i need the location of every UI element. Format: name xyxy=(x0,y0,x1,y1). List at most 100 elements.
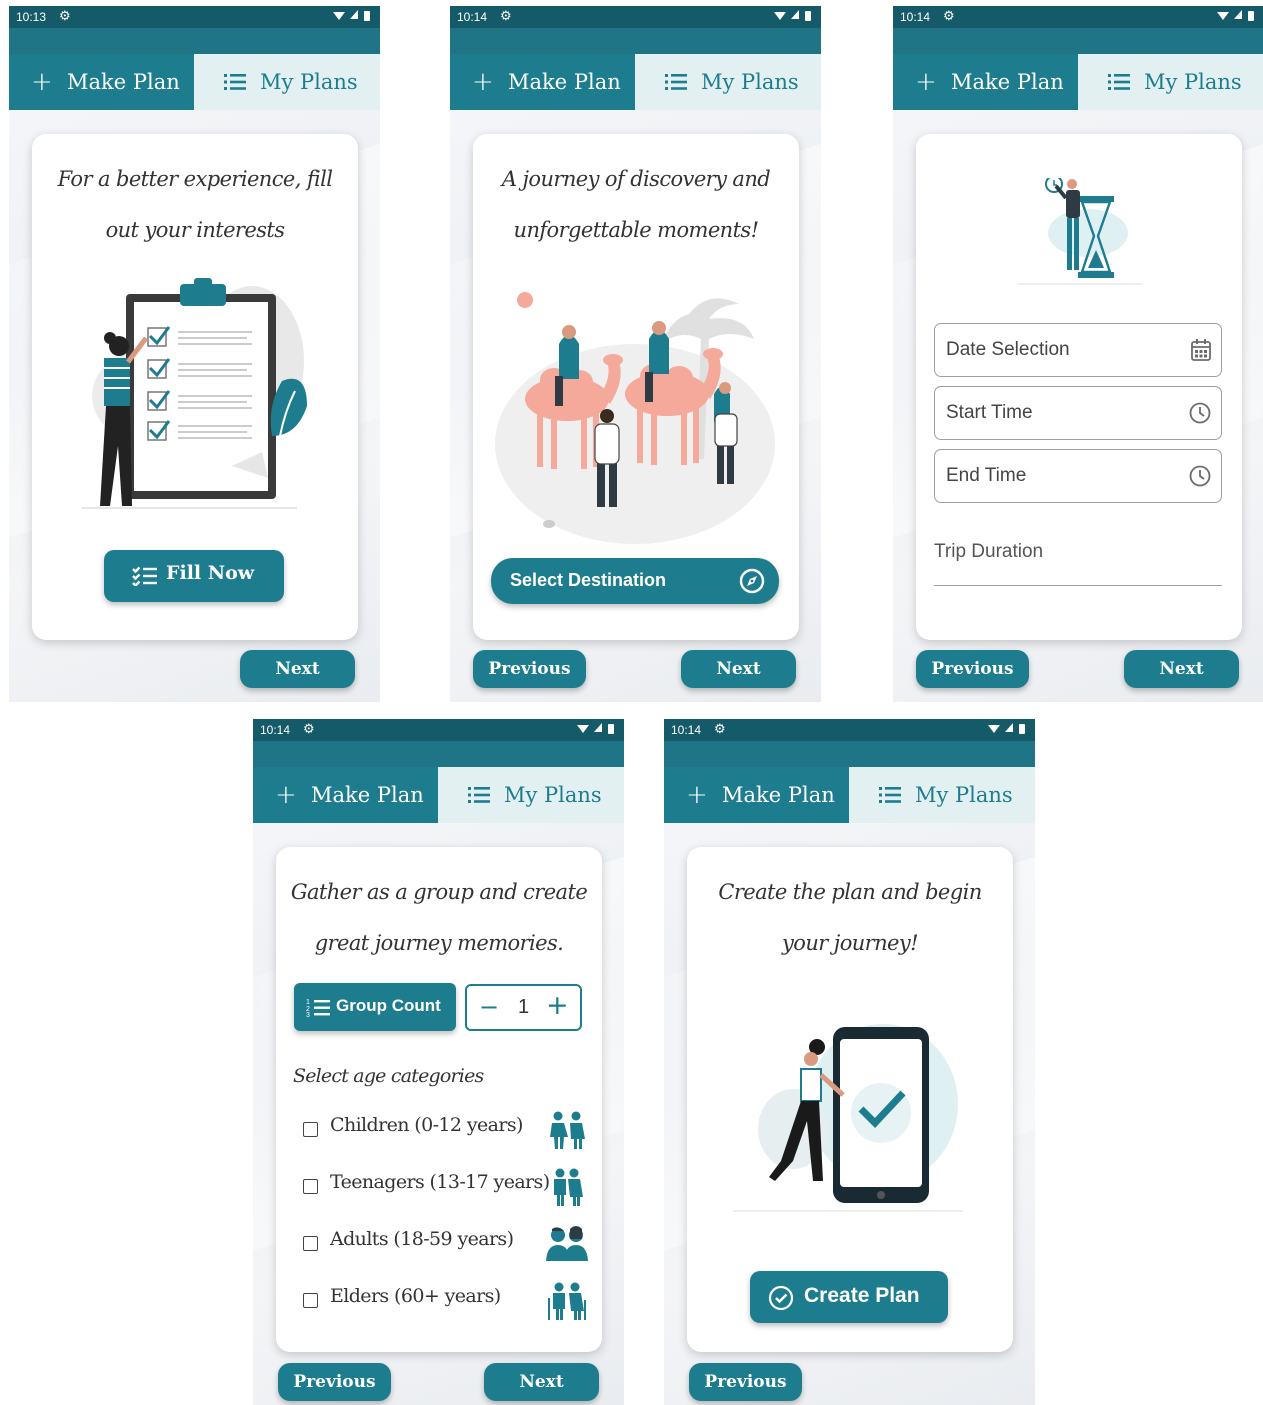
tab-my-plans[interactable]: My Plans xyxy=(1078,54,1263,110)
checklist-illustration xyxy=(82,278,307,509)
screen-schedule: 10:14 ⚙ + Make Plan My Plans Date Select… xyxy=(893,6,1263,702)
status-time: 10:14 xyxy=(900,10,931,24)
previous-button[interactable]: Previous xyxy=(473,650,586,688)
status-bar: 10:14 ⚙ xyxy=(893,6,1263,28)
end-time-field[interactable]: End Time xyxy=(934,449,1222,503)
app-bar xyxy=(9,28,380,54)
next-button[interactable]: Next xyxy=(240,650,355,688)
tab-my-plans[interactable]: My Plans xyxy=(438,767,624,823)
card-title-line1: Create the plan and begin xyxy=(718,880,982,904)
start-time-field[interactable]: Start Time xyxy=(934,386,1222,440)
checkbox[interactable] xyxy=(303,1179,318,1194)
previous-button[interactable]: Previous xyxy=(916,650,1029,688)
settings-gear-icon: ⚙ xyxy=(500,8,512,23)
age-option-teenagers[interactable]: Teenagers (13-17 years) xyxy=(303,1166,588,1206)
step-card: For a better experience, fill out your i… xyxy=(32,134,358,640)
card-title: Create the plan and begin your journey! xyxy=(687,867,1013,969)
elders-icon xyxy=(548,1282,586,1320)
age-option-adults[interactable]: Adults (18-59 years) xyxy=(303,1223,588,1263)
increment-button[interactable]: + xyxy=(546,990,569,1021)
list-icon xyxy=(468,787,490,803)
next-button[interactable]: Next xyxy=(484,1363,599,1401)
list-icon xyxy=(224,74,246,90)
wifi-icon xyxy=(333,12,345,20)
settings-gear-icon: ⚙ xyxy=(303,721,315,736)
tab-my-plans[interactable]: My Plans xyxy=(194,54,380,110)
wifi-icon xyxy=(577,725,589,733)
next-button[interactable]: Next xyxy=(681,650,796,688)
phone-checkmark-illustration xyxy=(733,1024,963,1212)
checkbox[interactable] xyxy=(303,1293,318,1308)
card-title: A journey of discovery and unforgettable… xyxy=(473,154,799,256)
tab-my-plans-label: My Plans xyxy=(260,70,358,94)
group-count-button[interactable]: 123 Group Count xyxy=(294,983,456,1031)
age-option-label: Teenagers (13-17 years) xyxy=(330,1171,550,1193)
group-count-stepper: − 1 + xyxy=(465,984,582,1031)
checkbox[interactable] xyxy=(303,1236,318,1251)
status-time: 10:14 xyxy=(671,723,702,737)
clock-icon xyxy=(1189,402,1211,424)
app-bar xyxy=(450,28,821,54)
camel-caravan-illustration xyxy=(495,292,775,544)
tab-make-plan[interactable]: + Make Plan xyxy=(9,54,194,110)
step-card: Date Selection Start Time End Time Trip … xyxy=(916,134,1242,640)
next-button[interactable]: Next xyxy=(1124,650,1239,688)
date-selection-field[interactable]: Date Selection xyxy=(934,323,1222,377)
compass-icon xyxy=(739,568,765,594)
fill-now-button[interactable]: Fill Now xyxy=(104,550,284,602)
age-option-label: Children (0-12 years) xyxy=(330,1114,523,1136)
tab-bar: + Make Plan My Plans xyxy=(450,54,821,110)
children-icon xyxy=(550,1111,585,1149)
age-option-label: Adults (18-59 years) xyxy=(330,1228,514,1250)
screen-group: 10:14 ⚙ + Make Plan My Plans Gather as a… xyxy=(253,719,624,1405)
previous-button[interactable]: Previous xyxy=(689,1363,802,1401)
signal-icon xyxy=(350,10,358,19)
card-title: Gather as a group and create great journ… xyxy=(276,867,602,969)
status-bar: 10:14 ⚙ xyxy=(664,719,1035,741)
create-plan-button[interactable]: Create Plan xyxy=(750,1271,948,1323)
settings-gear-icon: ⚙ xyxy=(714,721,726,736)
status-bar: 10:14 ⚙ xyxy=(450,6,821,28)
settings-gear-icon: ⚙ xyxy=(59,8,71,23)
checklist-icon xyxy=(132,566,157,586)
group-count-label: Group Count xyxy=(336,996,441,1015)
trip-duration-field[interactable]: Trip Duration xyxy=(934,534,1222,586)
select-destination-button[interactable]: Select Destination xyxy=(491,558,779,604)
numbered-list-icon: 123 xyxy=(306,999,330,1017)
tab-bar: + Make Plan My Plans xyxy=(9,54,380,110)
previous-button[interactable]: Previous xyxy=(278,1363,391,1401)
plus-icon: + xyxy=(686,780,708,810)
plus-icon: + xyxy=(275,780,297,810)
card-title-line1: For a better experience, fill xyxy=(57,167,333,191)
trip-duration-label: Trip Duration xyxy=(934,541,1044,562)
age-option-children[interactable]: Children (0-12 years) xyxy=(303,1109,588,1149)
signal-icon xyxy=(1005,723,1013,732)
tab-make-plan[interactable]: + Make Plan xyxy=(664,767,849,823)
tab-my-plans[interactable]: My Plans xyxy=(849,767,1035,823)
battery-icon xyxy=(805,11,811,21)
tab-make-plan-label: Make Plan xyxy=(311,783,424,807)
status-time: 10:13 xyxy=(16,10,47,24)
tab-make-plan[interactable]: + Make Plan xyxy=(450,54,635,110)
battery-icon xyxy=(1019,724,1025,734)
card-title-line2: your journey! xyxy=(782,931,919,955)
status-bar: 10:14 ⚙ xyxy=(253,719,624,741)
tab-bar: + Make Plan My Plans xyxy=(664,767,1035,823)
create-plan-label: Create Plan xyxy=(804,1284,920,1307)
plus-icon: + xyxy=(472,67,494,97)
tab-my-plans[interactable]: My Plans xyxy=(635,54,821,110)
tab-make-plan-label: Make Plan xyxy=(722,783,835,807)
svg-text:1: 1 xyxy=(306,999,310,1006)
age-option-elders[interactable]: Elders (60+ years) xyxy=(303,1280,588,1320)
card-title-line2: unforgettable moments! xyxy=(513,218,760,242)
age-categories-heading: Select age categories xyxy=(293,1065,484,1087)
signal-icon xyxy=(594,723,602,732)
wifi-icon xyxy=(988,725,1000,733)
tab-my-plans-label: My Plans xyxy=(701,70,799,94)
tab-make-plan[interactable]: + Make Plan xyxy=(893,54,1078,110)
screen-destination: 10:14 ⚙ + Make Plan My Plans A journey o… xyxy=(450,6,821,702)
decrement-button[interactable]: − xyxy=(479,993,499,1021)
app-bar xyxy=(253,741,624,767)
tab-make-plan[interactable]: + Make Plan xyxy=(253,767,438,823)
checkbox[interactable] xyxy=(303,1122,318,1137)
